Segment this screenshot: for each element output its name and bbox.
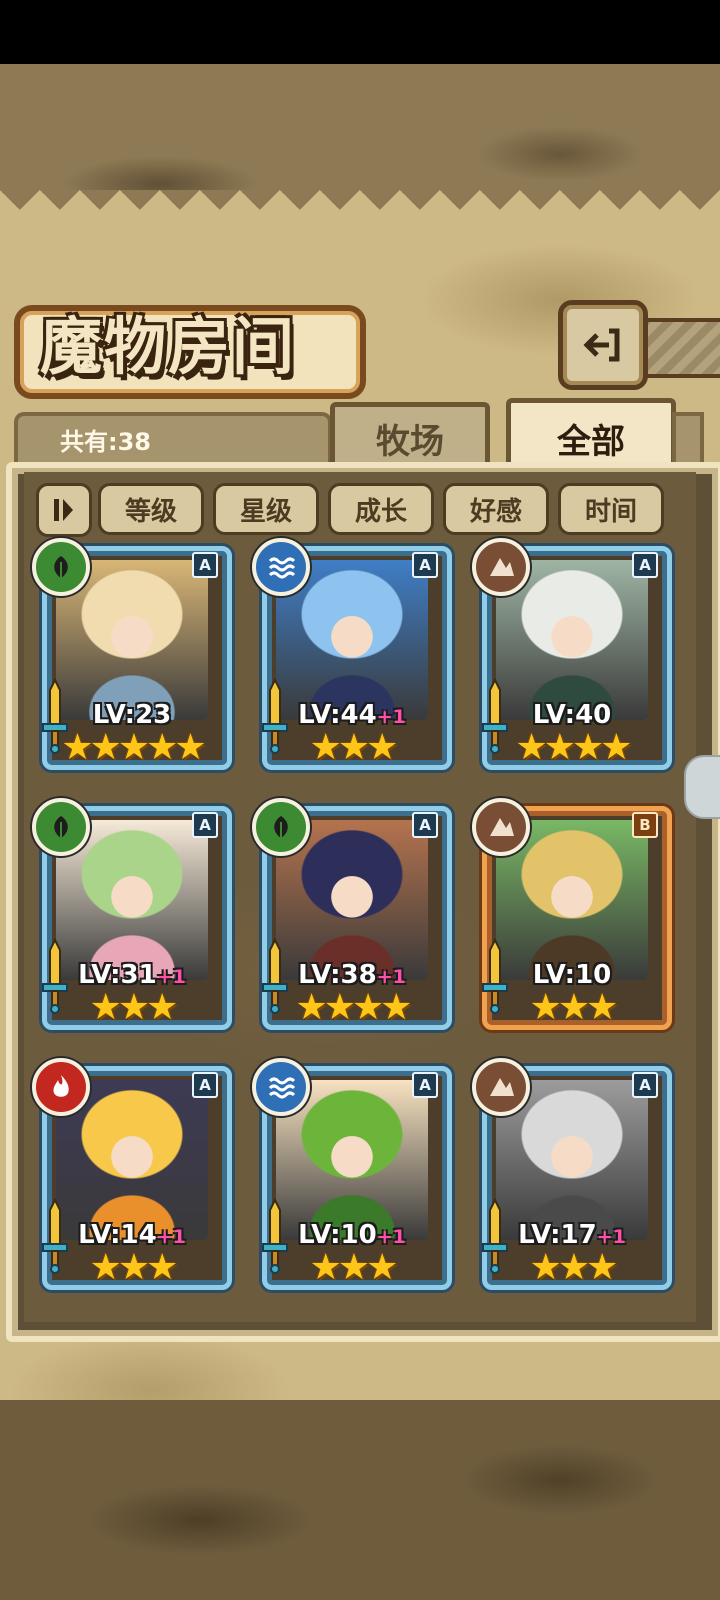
level-label: LV:40 <box>474 700 670 730</box>
level-bonus: +1 <box>376 966 406 988</box>
level-bonus: +1 <box>596 1226 626 1248</box>
level-value: LV:10 <box>298 1220 377 1250</box>
rank-letter: B <box>639 816 651 834</box>
rank-badge: A <box>412 552 438 578</box>
monster-card[interactable]: B LV:10 ★★★ <box>472 798 672 1032</box>
sort-by-affinity-button[interactable]: 好感 <box>443 483 549 535</box>
sort-order-button[interactable] <box>36 483 92 537</box>
level-label: LV:14+1 <box>34 1220 230 1250</box>
level-value: LV:44 <box>298 700 377 730</box>
rank-letter: A <box>419 556 431 574</box>
page-title: 魔物房间 <box>40 310 297 383</box>
level-label: LV:23 <box>34 700 230 730</box>
monster-card[interactable]: A LV:23 ★★★★★ <box>32 538 232 772</box>
return-arrow-icon <box>583 328 620 362</box>
star-rating: ★★★ <box>309 1247 399 1288</box>
tab-strip <box>672 412 704 468</box>
level-label: LV:17+1 <box>474 1220 670 1250</box>
star-rating: ★★★★ <box>515 727 632 768</box>
earth-icon <box>472 1058 530 1116</box>
parchment-edge-top <box>0 190 720 230</box>
sort-by-star-button[interactable]: 星级 <box>213 483 319 535</box>
status-bar <box>0 0 720 64</box>
monster-card[interactable]: A LV:17+1 ★★★ <box>472 1058 672 1292</box>
star-rating: ★★★ <box>529 1247 619 1288</box>
rank-badge: A <box>632 1072 658 1098</box>
rank-badge: A <box>632 552 658 578</box>
rank-letter: A <box>639 1076 651 1094</box>
level-label: LV:10+1 <box>254 1220 450 1250</box>
monster-card[interactable]: A LV:38+1 ★★★★ <box>252 798 452 1032</box>
level-label: LV:44+1 <box>254 700 450 730</box>
level-value: LV:23 <box>92 700 172 730</box>
level-value: LV:31 <box>78 960 157 990</box>
level-value: LV:40 <box>532 700 612 730</box>
rank-letter: A <box>199 1076 211 1094</box>
star-rating: ★★★ <box>89 1247 179 1288</box>
back-button[interactable] <box>558 300 648 390</box>
level-value: LV:10 <box>532 960 612 990</box>
monster-card[interactable]: A LV:40 ★★★★ <box>472 538 672 772</box>
star-rating: ★★★★★ <box>61 727 206 768</box>
rank-letter: A <box>419 1076 431 1094</box>
rank-badge: A <box>412 812 438 838</box>
level-value: LV:38 <box>298 960 377 990</box>
level-label: LV:38+1 <box>254 960 450 990</box>
monster-card[interactable]: A LV:44+1 ★★★ <box>252 538 452 772</box>
level-bonus: +1 <box>376 706 406 728</box>
star-rating: ★★★ <box>89 987 179 1028</box>
rank-letter: A <box>639 556 651 574</box>
rank-badge: A <box>192 812 218 838</box>
rank-letter: A <box>199 816 211 834</box>
side-floating-handle[interactable] <box>684 755 720 819</box>
leaf-icon <box>252 798 310 856</box>
earth-icon <box>472 798 530 856</box>
map-background-top <box>0 64 720 190</box>
rank-badge: B <box>632 812 658 838</box>
sort-order-icon <box>54 499 73 521</box>
rank-letter: A <box>419 816 431 834</box>
level-label: LV:10 <box>474 960 670 990</box>
rank-badge: A <box>412 1072 438 1098</box>
monster-count: 共有:38 <box>60 428 151 456</box>
star-rating: ★★★ <box>529 987 619 1028</box>
tab-pasture[interactable]: 牧场 <box>330 402 490 469</box>
water-icon <box>252 538 310 596</box>
rank-badge: A <box>192 1072 218 1098</box>
earth-icon <box>472 538 530 596</box>
water-icon <box>252 1058 310 1116</box>
level-value: LV:14 <box>78 1220 157 1250</box>
fire-icon <box>32 1058 90 1116</box>
level-bonus: +1 <box>156 966 186 988</box>
level-value: LV:17 <box>518 1220 597 1250</box>
rank-badge: A <box>192 552 218 578</box>
rank-letter: A <box>199 556 211 574</box>
level-bonus: +1 <box>156 1226 186 1248</box>
sort-by-level-button[interactable]: 等级 <box>98 483 204 535</box>
star-rating: ★★★★ <box>295 987 412 1028</box>
monster-card[interactable]: A LV:14+1 ★★★ <box>32 1058 232 1292</box>
leaf-icon <box>32 538 90 596</box>
level-bonus: +1 <box>376 1226 406 1248</box>
sort-by-growth-button[interactable]: 成长 <box>328 483 434 535</box>
monster-card[interactable]: A LV:31+1 ★★★ <box>32 798 232 1032</box>
sort-by-time-button[interactable]: 时间 <box>558 483 664 535</box>
map-background-bottom <box>0 1400 720 1600</box>
back-button-rail <box>640 318 720 378</box>
level-label: LV:31+1 <box>34 960 230 990</box>
star-rating: ★★★ <box>309 727 399 768</box>
monster-card[interactable]: A LV:10+1 ★★★ <box>252 1058 452 1292</box>
leaf-icon <box>32 798 90 856</box>
